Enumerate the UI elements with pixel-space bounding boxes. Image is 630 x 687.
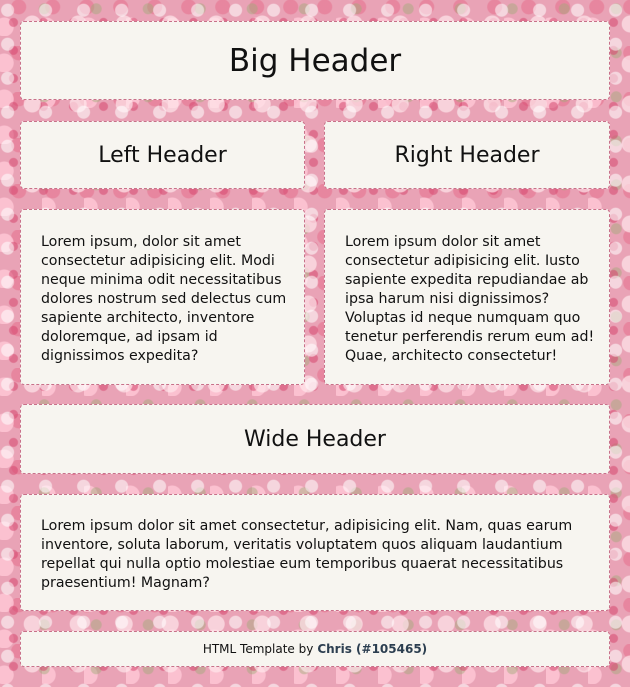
left-header-panel: Left Header — [20, 121, 305, 189]
footer-prefix: HTML Template by — [202, 642, 314, 656]
wide-header-panel: Wide Header — [20, 404, 610, 474]
big-header-panel: Big Header — [20, 21, 610, 100]
footer-author: Chris (#105465) — [317, 642, 428, 656]
wide-header-title: Wide Header — [244, 426, 386, 452]
footer: HTML Template by Chris (#105465) — [20, 631, 610, 667]
left-text-panel: Lorem ipsum, dolor sit amet consectetur … — [20, 209, 305, 385]
wide-text-panel: Lorem ipsum dolor sit amet consectetur, … — [20, 494, 610, 611]
right-header-panel: Right Header — [324, 121, 610, 189]
right-text-panel: Lorem ipsum dolor sit amet consectetur a… — [324, 209, 610, 385]
right-paragraph: Lorem ipsum dolor sit amet consectetur a… — [345, 234, 595, 364]
right-header-title: Right Header — [394, 142, 540, 168]
wide-paragraph: Lorem ipsum dolor sit amet consectetur, … — [41, 518, 573, 591]
left-header-title: Left Header — [98, 142, 227, 168]
big-header-title: Big Header — [228, 42, 402, 79]
left-paragraph: Lorem ipsum, dolor sit amet consectetur … — [41, 234, 287, 364]
